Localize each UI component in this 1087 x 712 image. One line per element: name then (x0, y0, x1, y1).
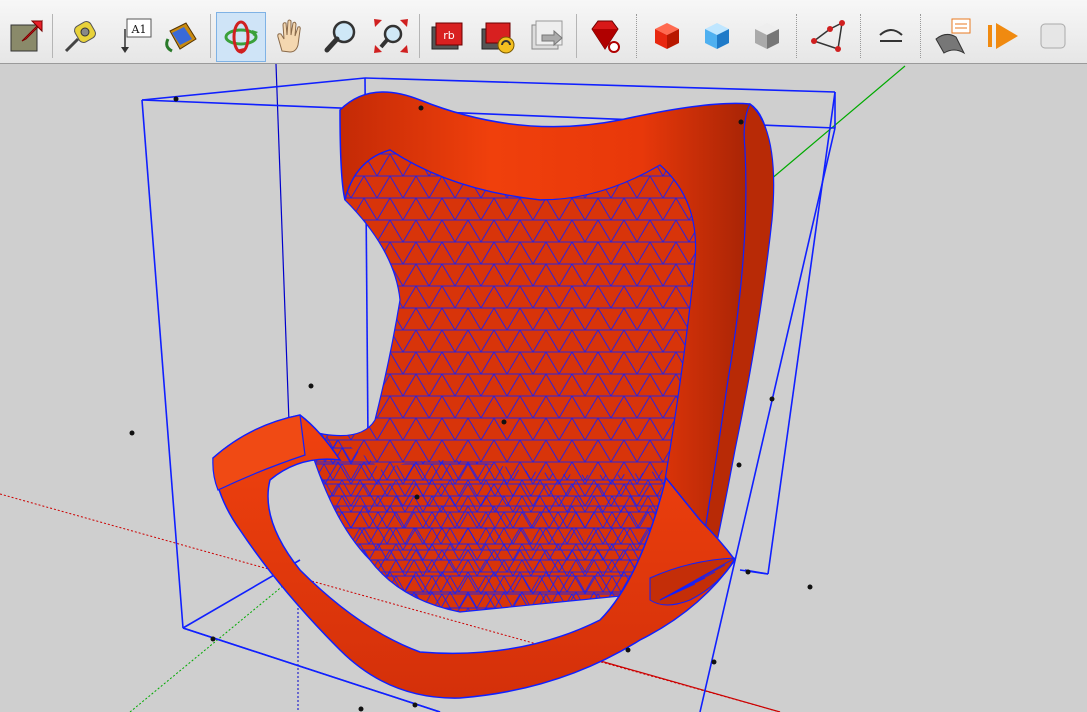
arc-icon (879, 29, 903, 42)
text-tool-button[interactable]: A1 (111, 12, 157, 60)
ruby-gem-tool-button[interactable] (582, 12, 628, 60)
zoom-tool-button[interactable] (318, 12, 364, 60)
arc-tool-button[interactable] (868, 12, 914, 60)
select-arrow-icon (10, 19, 43, 52)
select-tool-button[interactable] (4, 12, 50, 60)
y-axis-hidden (129, 579, 291, 712)
polygon-tool-button[interactable] (806, 12, 852, 60)
gray-cube-tool-button[interactable] (744, 12, 790, 60)
orbit-icon (224, 20, 258, 54)
ruby-console-tool-button[interactable]: rb (424, 12, 470, 60)
blue-cube-icon (705, 23, 729, 49)
red-cube-icon (655, 23, 679, 49)
paint-bucket-tool-button[interactable] (158, 12, 204, 60)
chair-model[interactable] (212, 91, 775, 699)
tape-measure-tool-button[interactable] (58, 12, 104, 60)
text-label-icon: A1 (121, 18, 152, 53)
gray-cube-icon (755, 23, 779, 49)
play-icon (988, 23, 1018, 49)
magnifier-icon (324, 20, 356, 53)
paint-bucket-icon (165, 22, 197, 53)
layer-sheet-icon (935, 18, 971, 55)
zoom-extents-tool-button[interactable] (368, 12, 414, 60)
svg-text:rb: rb (443, 29, 455, 42)
stop-tool-button[interactable] (1030, 12, 1076, 60)
y-axis (769, 65, 906, 181)
hand-icon (277, 19, 301, 53)
plugin-sync-icon (481, 22, 515, 54)
x-axis (589, 657, 781, 712)
text-tool-label: A1 (131, 23, 147, 36)
ruby-gem-icon (591, 20, 620, 53)
orbit-tool-button[interactable] (216, 12, 266, 62)
zoom-extents-icon (374, 19, 408, 53)
z-axis (275, 64, 291, 451)
main-toolbar: A1 rb (0, 0, 1087, 64)
polygon-icon (811, 20, 845, 52)
stop-icon (1040, 23, 1066, 49)
red-cube-tool-button[interactable] (644, 12, 690, 60)
export-tool-button[interactable] (524, 12, 570, 60)
export-icon (531, 20, 563, 50)
layer-tool-button[interactable] (930, 12, 976, 60)
model-viewport[interactable] (0, 64, 1087, 712)
play-tool-button[interactable] (980, 12, 1026, 60)
blue-cube-tool-button[interactable] (694, 12, 740, 60)
tape-measure-icon (64, 21, 96, 53)
pan-tool-button[interactable] (268, 12, 314, 60)
plugin-sync-tool-button[interactable] (474, 12, 520, 60)
model-canvas[interactable] (0, 64, 1087, 712)
ruby-console-icon: rb (431, 22, 463, 50)
